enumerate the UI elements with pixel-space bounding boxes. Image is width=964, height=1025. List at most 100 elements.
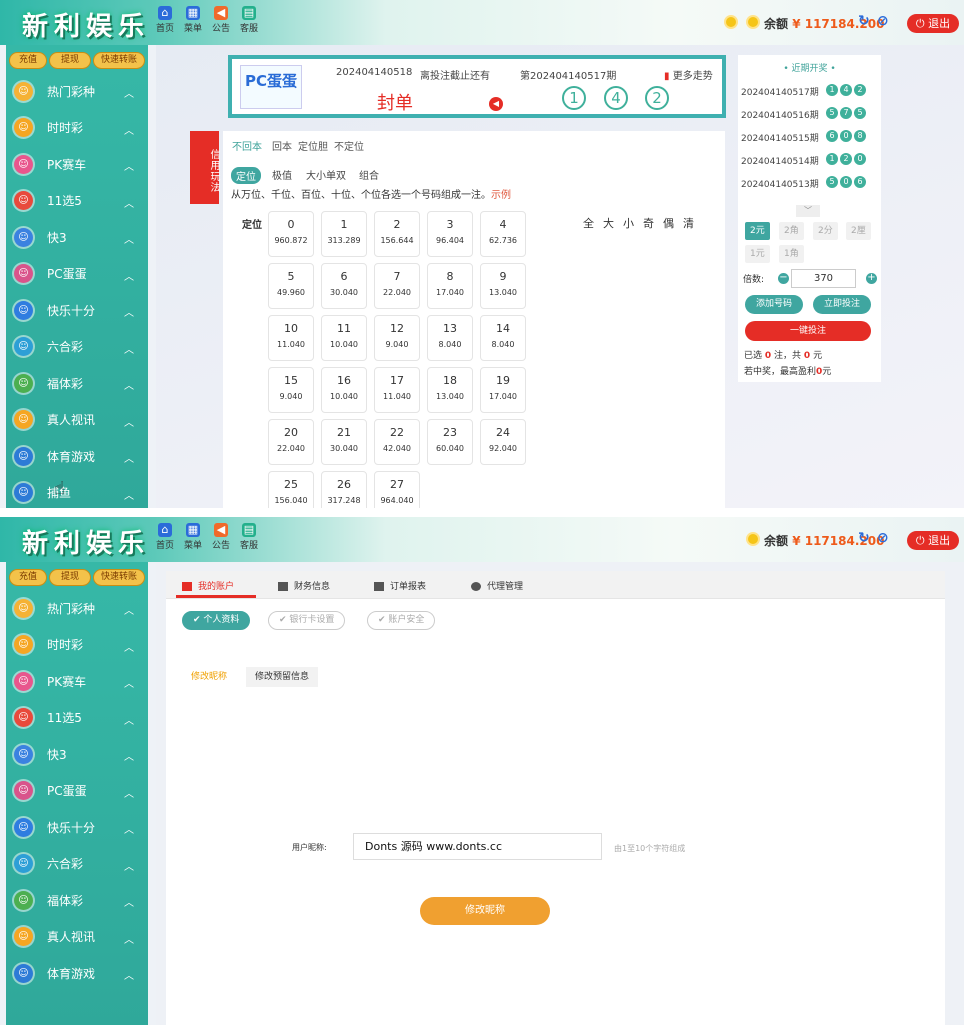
number-cell[interactable]: 3 96.404 bbox=[427, 211, 473, 257]
unit-2fen[interactable]: 2分 bbox=[813, 222, 838, 240]
unit-2li[interactable]: 2厘 bbox=[846, 222, 871, 240]
nav-notice[interactable]: ◀ 公告 bbox=[209, 523, 233, 551]
sidebar-item-k3[interactable]: ☺ 快3 ︿ bbox=[6, 219, 148, 256]
unit-2yuan[interactable]: 2元 bbox=[745, 222, 770, 240]
nav-menu[interactable]: ▦ 菜单 bbox=[181, 523, 205, 551]
quick-small[interactable]: 小 bbox=[623, 217, 643, 230]
section-tab-reserved-info[interactable]: 修改预留信息 bbox=[246, 667, 319, 687]
number-cell[interactable]: 11 10.040 bbox=[321, 315, 367, 361]
tab-agent[interactable]: 代理管理 bbox=[471, 579, 523, 592]
number-cell[interactable]: 4 62.736 bbox=[480, 211, 526, 257]
number-cell[interactable]: 16 10.040 bbox=[321, 367, 367, 413]
number-cell[interactable]: 20 22.040 bbox=[268, 419, 314, 465]
sidebar-item-fishing[interactable]: ☺ 捕鱼 ︿ bbox=[6, 475, 148, 509]
sidebar-item-11x5[interactable]: ☺ 11选5 ︿ bbox=[6, 700, 148, 737]
number-cell[interactable]: 6 30.040 bbox=[321, 263, 367, 309]
tab-finance[interactable]: 财务信息 bbox=[278, 579, 330, 592]
more-trend-link[interactable]: ▮ 更多走势 bbox=[664, 67, 713, 82]
sidebar-item-fc[interactable]: ☺ 福体彩 ︿ bbox=[6, 882, 148, 919]
number-cell[interactable]: 5 49.960 bbox=[268, 263, 314, 309]
sidebar-item-pk10[interactable]: ☺ PK赛车 ︿ bbox=[6, 663, 148, 700]
nav-notice[interactable]: ◀ 公告 bbox=[209, 6, 233, 34]
number-cell[interactable]: 21 30.040 bbox=[321, 419, 367, 465]
nav-service[interactable]: ▤ 客服 bbox=[237, 6, 261, 34]
sidebar-item-klsf[interactable]: ☺ 快乐十分 ︿ bbox=[6, 809, 148, 846]
nav-home[interactable]: ⌂ 首页 bbox=[153, 6, 177, 34]
quick-big[interactable]: 大 bbox=[603, 217, 623, 230]
chevron-down-icon[interactable]: ﹀ bbox=[796, 205, 820, 217]
unit-1jiao[interactable]: 1角 bbox=[779, 245, 804, 263]
sidebar-item-hot[interactable]: ☺ 热门彩种 ︿ bbox=[6, 590, 148, 627]
number-cell[interactable]: 23 60.040 bbox=[427, 419, 473, 465]
tab-return[interactable]: 回本 bbox=[272, 138, 292, 153]
refresh-icon[interactable]: ↻ bbox=[858, 530, 870, 546]
number-cell[interactable]: 12 9.040 bbox=[374, 315, 420, 361]
number-cell[interactable]: 19 17.040 bbox=[480, 367, 526, 413]
number-cell[interactable]: 25 156.040 bbox=[268, 471, 314, 508]
deposit-button[interactable]: 充值 bbox=[9, 569, 47, 586]
sidebar-item-sports[interactable]: ☺ 体育游戏 ︿ bbox=[6, 955, 148, 992]
subtab-profile[interactable]: ✔ 个人资料 bbox=[182, 611, 251, 630]
sidebar-item-sports[interactable]: ☺ 体育游戏 ︿ bbox=[6, 438, 148, 475]
tab-no-return[interactable]: 不回本 bbox=[232, 138, 262, 153]
nav-home[interactable]: ⌂ 首页 bbox=[153, 523, 177, 551]
number-cell[interactable]: 27 964.040 bbox=[374, 471, 420, 508]
deposit-button[interactable]: 充值 bbox=[9, 52, 47, 69]
submit-nickname-button[interactable]: 修改昵称 bbox=[420, 897, 550, 925]
tab-orders[interactable]: 订单报表 bbox=[374, 579, 426, 592]
withdraw-button[interactable]: 提现 bbox=[49, 52, 91, 69]
unit-2jiao[interactable]: 2角 bbox=[779, 222, 804, 240]
number-cell[interactable]: 24 92.040 bbox=[480, 419, 526, 465]
tab-my-account[interactable]: 我的账户 bbox=[182, 579, 234, 592]
number-cell[interactable]: 1 313.289 bbox=[321, 211, 367, 257]
eye-off-icon[interactable]: ⊘ bbox=[877, 13, 889, 29]
plus-icon[interactable]: + bbox=[866, 273, 877, 284]
number-cell[interactable]: 8 17.040 bbox=[427, 263, 473, 309]
quick-all[interactable]: 全 bbox=[583, 217, 603, 230]
sidebar-item-k3[interactable]: ☺ 快3 ︿ bbox=[6, 736, 148, 773]
number-cell[interactable]: 18 13.040 bbox=[427, 367, 473, 413]
number-cell[interactable]: 14 8.040 bbox=[480, 315, 526, 361]
quick-clear[interactable]: 清 bbox=[683, 217, 703, 230]
subtab-bank-card[interactable]: ✔ 银行卡设置 bbox=[268, 611, 346, 630]
logout-button[interactable]: ⏻ 退出 bbox=[907, 531, 959, 550]
credit-play-tab[interactable]: 信用玩法 bbox=[190, 131, 219, 204]
minus-icon[interactable]: − bbox=[778, 273, 789, 284]
number-cell[interactable]: 10 11.040 bbox=[268, 315, 314, 361]
nav-service[interactable]: ▤ 客服 bbox=[237, 523, 261, 551]
tab-non-position[interactable]: 不定位 bbox=[334, 138, 364, 153]
site-logo[interactable]: 新利娱乐 bbox=[22, 6, 150, 43]
quick-even[interactable]: 偶 bbox=[663, 217, 683, 230]
number-cell[interactable]: 22 42.040 bbox=[374, 419, 420, 465]
number-cell[interactable]: 7 22.040 bbox=[374, 263, 420, 309]
nickname-input[interactable]: Donts 源码 www.donts.cc bbox=[353, 833, 602, 860]
add-number-button[interactable]: 添加号码 bbox=[745, 295, 803, 314]
number-cell[interactable]: 26 317.248 bbox=[321, 471, 367, 508]
sidebar-item-pk10[interactable]: ☺ PK赛车 ︿ bbox=[6, 146, 148, 183]
section-tab-nickname[interactable]: 修改昵称 bbox=[182, 667, 236, 687]
number-cell[interactable]: 15 9.040 bbox=[268, 367, 314, 413]
sidebar-item-fc[interactable]: ☺ 福体彩 ︿ bbox=[6, 365, 148, 402]
multiplier-input[interactable]: 370 bbox=[791, 269, 856, 288]
example-link[interactable]: 示例 bbox=[491, 190, 511, 201]
sidebar-item-live[interactable]: ☺ 真人视讯 ︿ bbox=[6, 402, 148, 439]
sidebar-item-live[interactable]: ☺ 真人视讯 ︿ bbox=[6, 919, 148, 956]
subtab-security[interactable]: ✔ 账户安全 bbox=[367, 611, 436, 630]
sidebar-item-lhc[interactable]: ☺ 六合彩 ︿ bbox=[6, 846, 148, 883]
number-cell[interactable]: 13 8.040 bbox=[427, 315, 473, 361]
chip-size[interactable]: 大小单双 bbox=[306, 167, 346, 182]
chip-extreme[interactable]: 极值 bbox=[272, 167, 292, 182]
logout-button[interactable]: ⏻ 退出 bbox=[907, 14, 959, 33]
number-cell[interactable]: 0 960.872 bbox=[268, 211, 314, 257]
number-cell[interactable]: 9 13.040 bbox=[480, 263, 526, 309]
sound-icon[interactable]: ◀ bbox=[489, 97, 503, 111]
chip-combo[interactable]: 组合 bbox=[359, 167, 379, 182]
number-cell[interactable]: 17 11.040 bbox=[374, 367, 420, 413]
eye-off-icon[interactable]: ⊘ bbox=[877, 530, 889, 546]
sidebar-item-11x5[interactable]: ☺ 11选5 ︿ bbox=[6, 183, 148, 220]
sidebar-item-pcdd[interactable]: ☺ PC蛋蛋 ︿ bbox=[6, 773, 148, 810]
quick-transfer-button[interactable]: 快速转账 bbox=[93, 569, 145, 586]
number-cell[interactable]: 2 156.644 bbox=[374, 211, 420, 257]
quick-transfer-button[interactable]: 快速转账 bbox=[93, 52, 145, 69]
bet-now-button[interactable]: 立即投注 bbox=[813, 295, 871, 314]
